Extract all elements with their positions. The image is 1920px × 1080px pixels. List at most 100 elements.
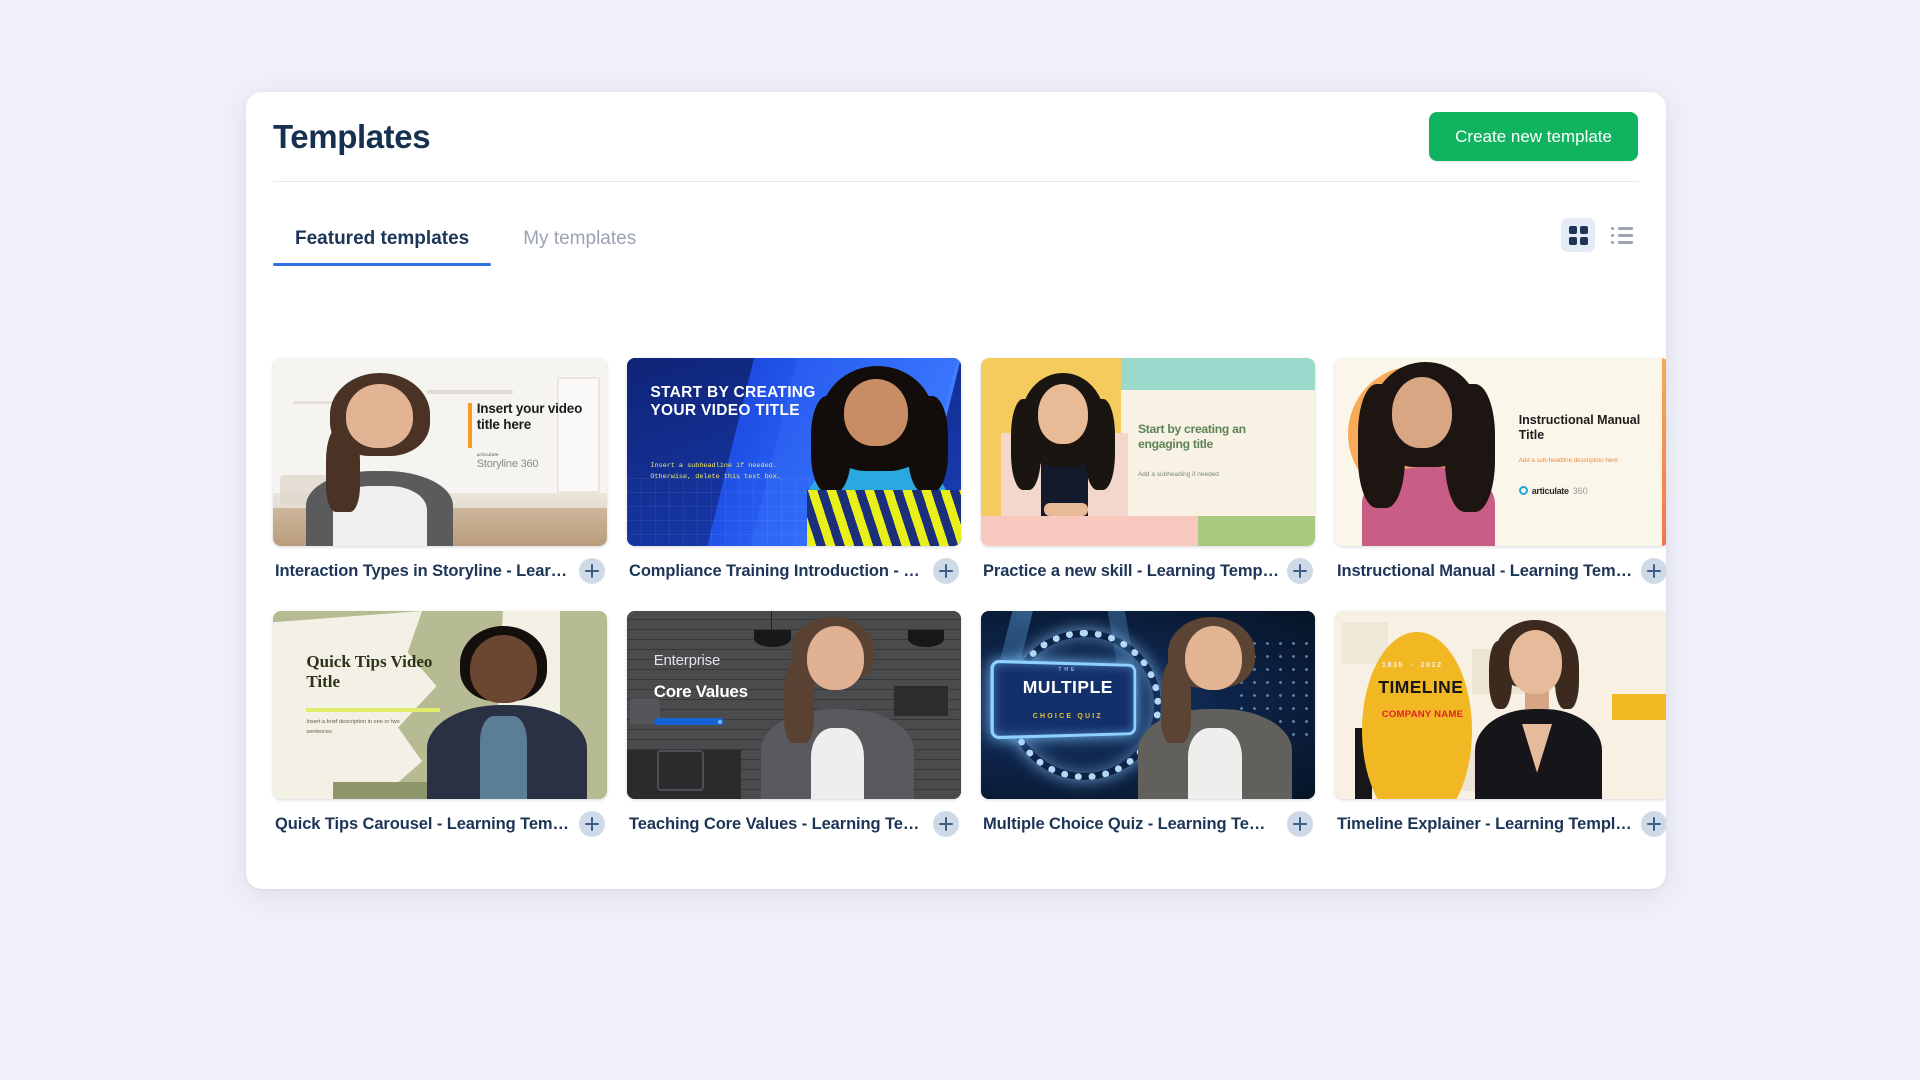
template-thumbnail[interactable]: Quick Tips Video Title Insert a brief de… — [273, 611, 607, 799]
create-new-template-button[interactable]: Create new template — [1429, 112, 1638, 161]
add-template-button[interactable] — [933, 811, 959, 837]
presenter-head — [1391, 376, 1452, 449]
add-template-button[interactable] — [1641, 558, 1666, 584]
thumb-subheading: Insert a subheadline if needed. Otherwis… — [650, 462, 781, 481]
thumb-heading: Core Values — [653, 682, 748, 702]
add-template-button[interactable] — [579, 558, 605, 584]
add-template-button[interactable] — [579, 811, 605, 837]
thumb-block-cream — [1121, 389, 1315, 516]
add-template-button[interactable] — [1287, 558, 1313, 584]
presenter-head — [807, 626, 865, 690]
thumb-hazard-stripes — [807, 489, 961, 546]
thumb-eyebrow: THE — [1058, 667, 1078, 674]
add-template-button[interactable] — [1287, 811, 1313, 837]
thumb-subheading: COMPANY NAME — [1381, 708, 1464, 720]
view-toggle-group — [1561, 218, 1639, 266]
list-view-button[interactable] — [1605, 218, 1639, 252]
template-title: Instructional Manual - Learning Temp... — [1337, 561, 1633, 580]
template-card[interactable]: Insert your video title here articulate … — [273, 358, 607, 584]
brand-name: articulate — [1531, 485, 1569, 496]
thumb-heading: Instructional Manual Title — [1518, 412, 1641, 442]
template-thumbnail[interactable]: 1835 - 2022 TIMELINE COMPANY NAME — [1335, 611, 1666, 799]
templates-grid: Insert your video title here articulate … — [273, 358, 1666, 837]
template-thumbnail[interactable]: THE MULTIPLE CHOICE QUIZ — [981, 611, 1315, 799]
templates-panel: Templates Create new template Featured t… — [246, 92, 1666, 889]
presenter-head — [346, 384, 414, 449]
thumb-decor — [894, 686, 948, 717]
thumb-eyebrow: 1835 - 2022 — [1381, 661, 1443, 670]
thumb-subheading: CHOICE QUIZ — [1032, 712, 1103, 720]
thumb-heading: Start by creating an engaging title — [1137, 421, 1246, 451]
template-thumbnail[interactable]: Instructional Manual Title Add a sub-hea… — [1335, 358, 1666, 546]
template-card[interactable]: THE MULTIPLE CHOICE QUIZ Multiple Choice… — [981, 611, 1315, 837]
presenter-head — [470, 635, 537, 704]
template-thumbnail[interactable]: START BY CREATING YOUR VIDEO TITLE Inser… — [627, 358, 961, 546]
template-thumbnail[interactable]: Enterprise Core Values — [627, 611, 961, 799]
presenter-head — [1037, 384, 1088, 445]
thumb-heading: TIMELINE — [1378, 676, 1464, 697]
card-footer: Practice a new skill - Learning Templa..… — [981, 546, 1315, 584]
card-footer: Multiple Choice Quiz - Learning Temp... — [981, 799, 1315, 837]
template-card[interactable]: Quick Tips Video Title Insert a brief de… — [273, 611, 607, 837]
tab-list: Featured templates My templates — [273, 182, 658, 266]
thumb-progress-bar — [653, 718, 724, 726]
template-thumbnail[interactable]: Insert your video title here articulate … — [273, 358, 607, 546]
thumb-brand-small: articulate — [476, 452, 499, 457]
template-title: Multiple Choice Quiz - Learning Temp... — [983, 814, 1279, 833]
presenter-shirt — [1188, 727, 1242, 799]
card-footer: Instructional Manual - Learning Temp... — [1335, 546, 1666, 584]
articulate-logo: articulate 360 — [1518, 485, 1588, 496]
thumb-block-pink — [981, 515, 1199, 546]
thumb-accent-bar — [468, 403, 473, 449]
thumb-underline — [306, 707, 440, 712]
thumb-accent-bar — [1612, 693, 1666, 721]
thumb-window — [556, 376, 601, 494]
thumb-heading: Insert your video title here — [476, 401, 583, 433]
page-title: Templates — [273, 117, 431, 155]
thumb-decor — [426, 389, 514, 394]
thumb-grid-pattern — [627, 478, 811, 546]
thumb-chair — [657, 750, 704, 792]
thumb-block-green — [1198, 515, 1315, 546]
page-root: Templates Create new template Featured t… — [0, 0, 1920, 1080]
template-card[interactable]: Enterprise Core Values Teaching Core Val… — [627, 611, 961, 837]
presenter-shirt — [480, 716, 527, 799]
grid-view-button[interactable] — [1561, 218, 1595, 252]
thumb-subheading: Add a subheading if needed — [1137, 470, 1219, 478]
template-card[interactable]: START BY CREATING YOUR VIDEO TITLE Inser… — [627, 358, 961, 584]
template-title: Quick Tips Carousel - Learning Templ... — [275, 814, 571, 833]
thumb-accent-stripe — [1661, 358, 1666, 546]
template-title: Interaction Types in Storyline - Learni.… — [275, 561, 571, 580]
add-template-button[interactable] — [933, 558, 959, 584]
tab-my-templates[interactable]: My templates — [501, 229, 658, 266]
presenter-shirt — [810, 727, 865, 799]
template-card[interactable]: Start by creating an engaging title Add … — [981, 358, 1315, 584]
thumb-subheading: Insert a brief description in one or two… — [306, 719, 400, 735]
thumb-decor — [770, 611, 772, 632]
presenter-head — [1508, 629, 1563, 694]
card-footer: Compliance Training Introduction - L... — [627, 546, 961, 584]
template-card[interactable]: 1835 - 2022 TIMELINE COMPANY NAME Timeli… — [1335, 611, 1666, 837]
card-footer: Quick Tips Carousel - Learning Templ... — [273, 799, 607, 837]
presenter-head — [1184, 626, 1242, 690]
articulate-ring-icon — [1518, 486, 1528, 496]
template-thumbnail[interactable]: Start by creating an engaging title Add … — [981, 358, 1315, 546]
thumb-heading: START BY CREATING YOUR VIDEO TITLE — [650, 384, 816, 420]
presenter-hands — [1044, 502, 1088, 516]
thumb-brand: Storyline 360 — [476, 457, 539, 470]
tabs-row: Featured templates My templates — [273, 182, 1639, 266]
thumb-eyebrow: Enterprise — [653, 652, 721, 670]
template-card[interactable]: Instructional Manual Title Add a sub-hea… — [1335, 358, 1666, 584]
thumb-heading: MULTIPLE — [1022, 676, 1113, 697]
template-title: Timeline Explainer - Learning Template — [1337, 814, 1633, 833]
template-title: Compliance Training Introduction - L... — [629, 561, 925, 580]
template-title: Practice a new skill - Learning Templa..… — [983, 561, 1279, 580]
add-template-button[interactable] — [1641, 811, 1666, 837]
presenter-head — [844, 378, 908, 447]
tab-featured-templates[interactable]: Featured templates — [273, 229, 492, 266]
thumb-heading: Quick Tips Video Title — [306, 652, 433, 692]
card-footer: Timeline Explainer - Learning Template — [1335, 799, 1666, 837]
thumb-lamp — [753, 629, 791, 647]
brand-suffix: 360 — [1572, 485, 1588, 496]
thumb-block-teal — [1121, 358, 1315, 390]
